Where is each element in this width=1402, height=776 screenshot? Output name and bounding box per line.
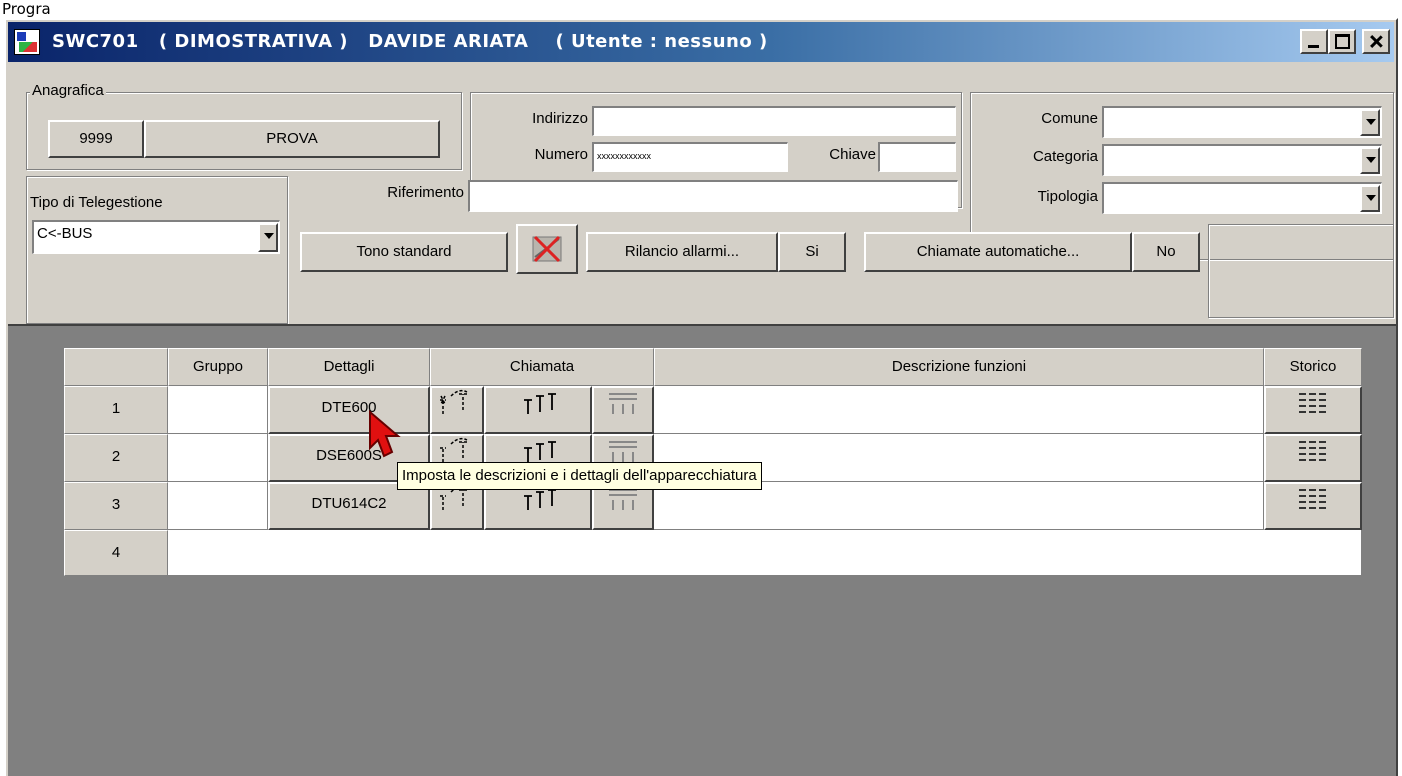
- grid-area: Gruppo Dettagli Chiamata Descrizione fun…: [8, 324, 1396, 776]
- storico-button[interactable]: [1264, 386, 1362, 434]
- call-multi-button[interactable]: [484, 386, 592, 434]
- form-content: Anagrafica 9999 PROVA Indirizzo Numero x…: [8, 68, 1396, 776]
- gruppo-cell[interactable]: [168, 482, 268, 530]
- chevron-down-icon[interactable]: [1360, 185, 1380, 212]
- gruppo-cell[interactable]: [168, 434, 268, 482]
- no-signal-icon: [532, 235, 562, 263]
- close-button[interactable]: [1362, 29, 1390, 54]
- header-row-number: [64, 348, 168, 386]
- riferimento-field[interactable]: [468, 180, 958, 212]
- history-list-icon: [1299, 489, 1327, 509]
- categoria-dropdown[interactable]: [1102, 144, 1382, 176]
- telegestione-label: Tipo di Telegestione: [30, 194, 163, 211]
- numero-label: Numero: [534, 146, 588, 163]
- descrizione-cell[interactable]: [654, 386, 1264, 434]
- chiave-label: Chiave: [829, 146, 876, 163]
- gruppo-cell[interactable]: [168, 386, 268, 434]
- multi-antenna-icon: [524, 393, 556, 414]
- minimize-button[interactable]: [1300, 29, 1328, 54]
- chiamate-automatiche-button[interactable]: Chiamate automatiche...: [864, 232, 1132, 272]
- header-gruppo[interactable]: Gruppo: [168, 348, 268, 386]
- mouse-cursor-icon: [369, 409, 401, 458]
- header-chiamata[interactable]: Chiamata: [430, 348, 654, 386]
- storico-button[interactable]: [1264, 434, 1362, 482]
- header-dettagli[interactable]: Dettagli: [268, 348, 430, 386]
- disabled-phone-button[interactable]: [516, 224, 578, 274]
- riferimento-label: Riferimento: [387, 184, 464, 201]
- chevron-down-icon[interactable]: [1360, 147, 1380, 174]
- chiave-field[interactable]: [878, 142, 956, 172]
- background-caption: Progra: [2, 0, 51, 18]
- empty-row[interactable]: [168, 530, 1362, 576]
- single-antenna-icon: [440, 389, 468, 414]
- history-list-icon: [1299, 393, 1327, 413]
- chevron-down-icon[interactable]: [258, 223, 278, 252]
- tipologia-dropdown[interactable]: [1102, 182, 1382, 214]
- call-list-button[interactable]: [592, 386, 654, 434]
- tono-standard-button[interactable]: Tono standard: [300, 232, 508, 272]
- empty-panel: [1208, 224, 1394, 318]
- title-bar[interactable]: SWC701 ( DIMOSTRATIVA ) DAVIDE ARIATA ( …: [8, 22, 1394, 62]
- numero-field[interactable]: xxxxxxxxxxxx: [592, 142, 788, 172]
- comune-dropdown[interactable]: [1102, 106, 1382, 138]
- window-title: SWC701 ( DIMOSTRATIVA ) DAVIDE ARIATA ( …: [52, 31, 768, 52]
- tooltip: Imposta le descrizioni e i dettagli dell…: [397, 462, 762, 490]
- history-list-icon: [1299, 441, 1327, 461]
- chevron-down-icon[interactable]: [1360, 109, 1380, 136]
- indirizzo-field[interactable]: [592, 106, 956, 136]
- call-single-button[interactable]: [430, 386, 484, 434]
- customer-name-button[interactable]: PROVA: [144, 120, 440, 158]
- header-descrizione[interactable]: Descrizione funzioni: [654, 348, 1264, 386]
- chiamate-toggle-button[interactable]: No: [1132, 232, 1200, 272]
- maximize-button[interactable]: [1328, 29, 1356, 54]
- customer-code-button[interactable]: 9999: [48, 120, 144, 158]
- categoria-label: Categoria: [1032, 148, 1098, 165]
- indirizzo-label: Indirizzo: [532, 110, 588, 127]
- main-window: SWC701 ( DIMOSTRATIVA ) DAVIDE ARIATA ( …: [4, 18, 1398, 776]
- rilancio-toggle-button[interactable]: Si: [778, 232, 846, 272]
- telegestione-value: C<-BUS: [37, 225, 93, 242]
- row-number[interactable]: 3: [64, 482, 168, 530]
- row-number[interactable]: 1: [64, 386, 168, 434]
- row-number[interactable]: 2: [64, 434, 168, 482]
- tipologia-label: Tipologia: [1037, 188, 1098, 205]
- header-storico[interactable]: Storico: [1264, 348, 1362, 386]
- comune-label: Comune: [1041, 110, 1098, 127]
- anagrafica-label: Anagrafica: [30, 82, 106, 99]
- row-number[interactable]: 4: [64, 530, 168, 576]
- antenna-list-icon: [609, 393, 637, 414]
- telegestione-dropdown[interactable]: C<-BUS: [32, 220, 280, 254]
- rilancio-allarmi-button[interactable]: Rilancio allarmi...: [586, 232, 778, 272]
- app-icon[interactable]: [14, 29, 40, 55]
- storico-button[interactable]: [1264, 482, 1362, 530]
